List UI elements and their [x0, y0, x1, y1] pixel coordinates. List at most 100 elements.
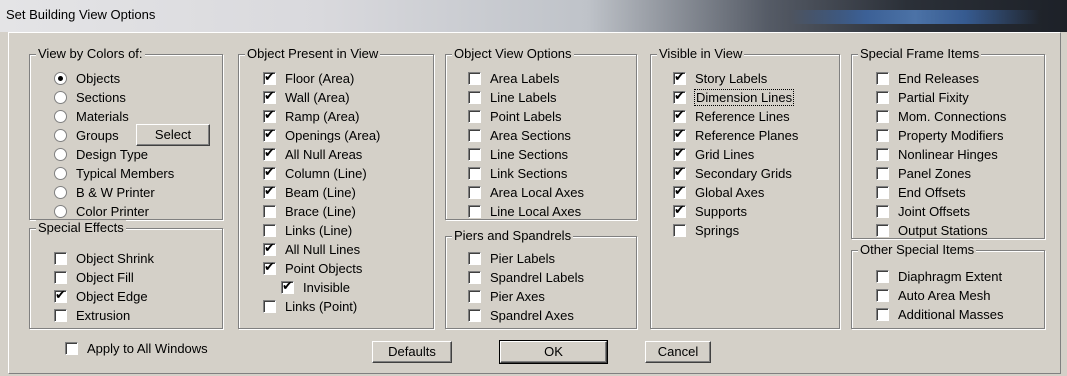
- typical-members-radio[interactable]: Typical Members: [54, 164, 174, 182]
- checkbox-box: [468, 71, 481, 85]
- links-line-checkbox[interactable]: Links (Line): [263, 221, 352, 239]
- pier-labels-checkbox[interactable]: Pier Labels: [468, 249, 555, 267]
- all-null-lines-checkbox[interactable]: ✔ All Null Lines: [263, 240, 360, 258]
- checkbox-box: ✔: [673, 184, 686, 199]
- output-stations-checkbox[interactable]: Output Stations: [876, 221, 988, 239]
- area-labels-checkbox[interactable]: Area Labels: [468, 69, 559, 87]
- ok-button[interactable]: OK: [499, 340, 608, 364]
- materials-radio[interactable]: Materials: [54, 107, 129, 125]
- checkbox-box: [876, 128, 889, 142]
- check-icon: ✔: [55, 286, 66, 302]
- typical-members-label: Typical Members: [76, 165, 175, 181]
- auto-area-mesh-checkbox[interactable]: Auto Area Mesh: [876, 286, 991, 304]
- column-line-checkbox[interactable]: ✔ Column (Line): [263, 164, 367, 182]
- end-releases-checkbox[interactable]: End Releases: [876, 69, 979, 87]
- spandrel-labels-checkbox[interactable]: Spandrel Labels: [468, 268, 584, 286]
- link-sections-checkbox[interactable]: Link Sections: [468, 164, 567, 182]
- apply-to-all-windows-label: Apply to All Windows: [87, 340, 208, 356]
- beam-line-label: Beam (Line): [285, 184, 356, 200]
- brace-line-checkbox[interactable]: Brace (Line): [263, 202, 356, 220]
- mom-connections-label: Mom. Connections: [898, 108, 1007, 124]
- dimension-lines-checkbox[interactable]: ✔ Dimension Lines: [673, 87, 795, 106]
- partial-fixity-label: Partial Fixity: [898, 89, 969, 105]
- color-printer-radio[interactable]: Color Printer: [54, 202, 149, 220]
- defaults-button[interactable]: Defaults: [372, 341, 452, 363]
- ramp-area-checkbox[interactable]: ✔ Ramp (Area): [263, 107, 359, 125]
- objects-radio[interactable]: Objects: [54, 69, 120, 87]
- story-labels-checkbox[interactable]: ✔ Story Labels: [673, 69, 767, 87]
- supports-checkbox[interactable]: ✔ Supports: [673, 202, 747, 220]
- global-axes-checkbox[interactable]: ✔ Global Axes: [673, 183, 764, 201]
- mom-connections-checkbox[interactable]: Mom. Connections: [876, 107, 1006, 125]
- area-sections-checkbox[interactable]: Area Sections: [468, 126, 571, 144]
- dialog-body: View by Colors of: Objects Sections Materi…: [8, 32, 1061, 374]
- point-labels-label: Point Labels: [490, 108, 562, 124]
- checkbox-box: ✔: [281, 279, 294, 294]
- sections-radio[interactable]: Sections: [54, 88, 126, 106]
- beam-line-checkbox[interactable]: ✔ Beam (Line): [263, 183, 356, 201]
- object-shrink-label: Object Shrink: [76, 250, 155, 266]
- checkbox-box: ✔: [263, 89, 276, 104]
- pier-axes-checkbox[interactable]: Pier Axes: [468, 287, 545, 305]
- all-null-areas-label: All Null Areas: [285, 146, 363, 162]
- check-icon: ✔: [264, 106, 275, 122]
- object-edge-checkbox[interactable]: ✔ Object Edge: [54, 287, 148, 305]
- checkbox-box: [468, 185, 481, 199]
- apply-to-all-windows-checkbox[interactable]: Apply to All Windows: [65, 339, 208, 357]
- spandrel-axes-checkbox[interactable]: Spandrel Axes: [468, 306, 574, 324]
- point-labels-checkbox[interactable]: Point Labels: [468, 107, 562, 125]
- grid-lines-checkbox[interactable]: ✔ Grid Lines: [673, 145, 754, 163]
- floor-area-checkbox[interactable]: ✔ Floor (Area): [263, 69, 354, 87]
- links-point-checkbox[interactable]: Links (Point): [263, 297, 357, 315]
- object-fill-checkbox[interactable]: Object Fill: [54, 268, 134, 286]
- b-w-printer-radio[interactable]: B & W Printer: [54, 183, 155, 201]
- joint-offsets-checkbox[interactable]: Joint Offsets: [876, 202, 970, 220]
- wall-area-checkbox[interactable]: ✔ Wall (Area): [263, 88, 350, 106]
- area-labels-label: Area Labels: [490, 70, 560, 86]
- groups-radio[interactable]: Groups: [54, 126, 119, 144]
- checkbox-box: [876, 185, 889, 199]
- extrusion-checkbox[interactable]: Extrusion: [54, 306, 130, 324]
- additional-masses-checkbox[interactable]: Additional Masses: [876, 305, 1004, 323]
- nonlinear-hinges-checkbox[interactable]: Nonlinear Hinges: [876, 145, 998, 163]
- partial-fixity-checkbox[interactable]: Partial Fixity: [876, 88, 969, 106]
- property-modifiers-checkbox[interactable]: Property Modifiers: [876, 126, 1003, 144]
- checkbox-box: [673, 223, 686, 237]
- visible-in-view-group: Visible in View ✔ Story Labels ✔ Dimension …: [650, 46, 840, 329]
- diaphragm-extent-checkbox[interactable]: Diaphragm Extent: [876, 267, 1002, 285]
- checkbox-box: [54, 270, 67, 284]
- checkbox-box: ✔: [263, 70, 276, 85]
- checkbox-box: [876, 71, 889, 85]
- reference-planes-checkbox[interactable]: ✔ Reference Planes: [673, 126, 798, 144]
- line-sections-checkbox[interactable]: Line Sections: [468, 145, 568, 163]
- checkbox-box: [468, 204, 481, 218]
- pier-axes-label: Pier Axes: [490, 288, 545, 304]
- object-shrink-checkbox[interactable]: Object Shrink: [54, 249, 154, 267]
- checkbox-box: ✔: [263, 184, 276, 199]
- floor-area-label: Floor (Area): [285, 70, 355, 86]
- checkbox-box: [876, 166, 889, 180]
- design-type-radio[interactable]: Design Type: [54, 145, 148, 163]
- panel-zones-checkbox[interactable]: Panel Zones: [876, 164, 971, 182]
- column-line-label: Column (Line): [285, 165, 367, 181]
- piers-spandrels-group: Piers and Spandrels Pier Labels Spandrel …: [445, 228, 637, 329]
- brace-line-label: Brace (Line): [285, 203, 356, 219]
- all-null-areas-checkbox[interactable]: ✔ All Null Areas: [263, 145, 362, 163]
- line-labels-checkbox[interactable]: Line Labels: [468, 88, 557, 106]
- check-icon: ✔: [674, 125, 685, 141]
- reference-lines-checkbox[interactable]: ✔ Reference Lines: [673, 107, 790, 125]
- sections-label: Sections: [76, 89, 126, 105]
- secondary-grids-checkbox[interactable]: ✔ Secondary Grids: [673, 164, 792, 182]
- cancel-button[interactable]: Cancel: [645, 341, 711, 363]
- point-objects-checkbox[interactable]: ✔ Point Objects: [263, 259, 362, 277]
- invisible-checkbox[interactable]: ✔ Invisible: [281, 278, 350, 296]
- check-icon: ✔: [674, 87, 685, 103]
- line-local-axes-checkbox[interactable]: Line Local Axes: [468, 202, 581, 220]
- springs-checkbox[interactable]: Springs: [673, 221, 739, 239]
- links-point-label: Links (Point): [285, 298, 358, 314]
- end-offsets-checkbox[interactable]: End Offsets: [876, 183, 966, 201]
- openings-area-checkbox[interactable]: ✔ Openings (Area): [263, 126, 380, 144]
- area-local-axes-checkbox[interactable]: Area Local Axes: [468, 183, 584, 201]
- groups-select-button[interactable]: Select: [136, 124, 210, 146]
- radio-dot: [58, 75, 63, 81]
